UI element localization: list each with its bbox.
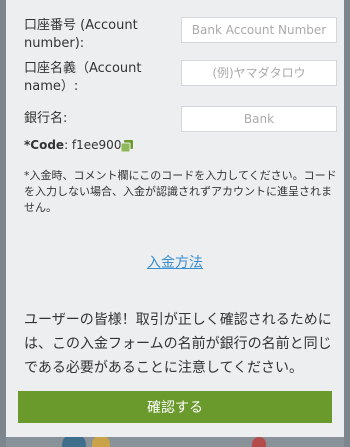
code-display: *Code: f1ee900 (24, 138, 121, 152)
copy-icon[interactable] (120, 139, 134, 153)
bank-name-input[interactable] (181, 106, 337, 132)
deposit-form-panel: 口座番号 (Account number): 口座名義（Account name… (6, 0, 344, 437)
background-game-thumbnail (252, 437, 266, 447)
confirm-button[interactable]: 確認する (18, 391, 332, 423)
bank-name-label: 銀行名: (24, 111, 68, 126)
name-match-warning: ユーザーの皆様！取引が正しく確認されるためには、この入金フォームの名前が銀行の名… (24, 312, 332, 376)
account-number-input[interactable] (181, 17, 337, 43)
background-tile-right (344, 0, 350, 447)
code-value: : f1ee900 (64, 138, 122, 152)
code-prefix: *Code (24, 138, 65, 152)
account-name-input[interactable] (181, 60, 337, 86)
code-instruction-note: *入金時、コメント欄にこのコードを入力してください。コードを入力しない場合、入金… (24, 169, 337, 214)
account-number-label: 口座番号 (Account number): (24, 18, 138, 51)
account-name-label: 口座名義（Account name）: (24, 61, 142, 94)
deposit-method-link[interactable]: 入金方法 (6, 252, 344, 272)
